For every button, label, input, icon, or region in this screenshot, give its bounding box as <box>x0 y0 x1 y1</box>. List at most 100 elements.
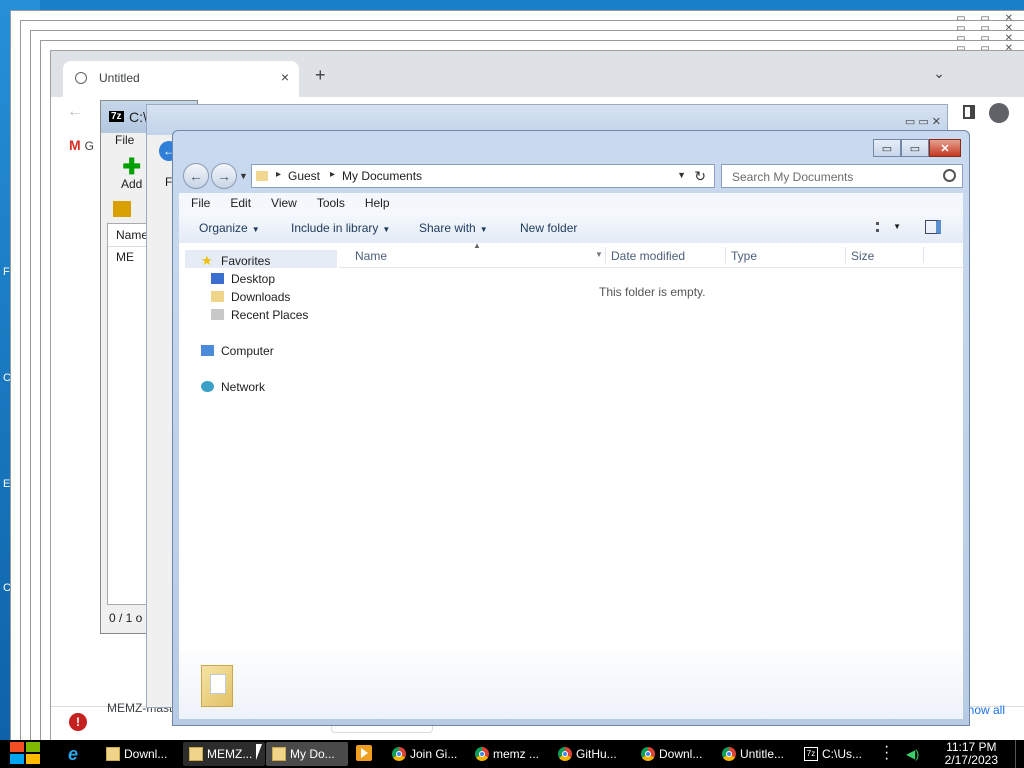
window-controls[interactable]: ▭ ▭ ✕ <box>905 115 941 128</box>
menu-file[interactable]: File <box>115 133 134 147</box>
include-in-library-button[interactable]: Include in library ▼ <box>291 221 390 235</box>
nav-desktop[interactable]: Desktop <box>211 272 276 286</box>
new-tab-button[interactable]: + <box>315 65 326 86</box>
column-divider[interactable] <box>605 247 606 263</box>
gmail-icon: M <box>69 137 81 153</box>
details-pane <box>179 651 963 719</box>
windows-logo-icon <box>10 754 24 764</box>
view-dropdown[interactable]: ▼ <box>893 222 901 231</box>
search-icon[interactable] <box>943 169 956 182</box>
internet-explorer-icon[interactable]: e <box>68 744 78 764</box>
address-dropdown[interactable]: ▼ <box>677 170 686 180</box>
minimize-button[interactable]: ▭ <box>873 139 901 157</box>
taskbar-item-7zip[interactable]: 7z C:\Us... <box>798 742 880 766</box>
desktop-edge-letter: F <box>3 266 10 278</box>
window-controls: ▭ ▭ ✕ <box>873 139 961 157</box>
organize-button[interactable]: Organize ▼ <box>199 221 260 235</box>
menu-help[interactable]: Help <box>353 193 398 213</box>
folder-icon <box>106 747 120 761</box>
breadcrumb-guest[interactable]: Guest <box>288 169 320 183</box>
share-label: Share with <box>419 221 476 235</box>
column-divider[interactable] <box>845 247 846 263</box>
downloads-icon <box>211 291 224 302</box>
nav-network[interactable]: Network <box>201 380 266 394</box>
profile-avatar[interactable] <box>989 103 1009 123</box>
taskbar-item-my-documents[interactable]: My Do... <box>266 742 348 766</box>
nav-network-label: Network <box>221 380 266 394</box>
nav-favorites-label: Favorites <box>221 254 271 268</box>
gmail-bookmark[interactable]: M G <box>69 137 94 153</box>
refresh-icon[interactable]: ↻ <box>694 168 706 185</box>
7zip-icon: 7z <box>804 747 818 761</box>
taskbar-item-label: Join Gi... <box>410 747 458 761</box>
column-date-modified[interactable]: Date modified <box>611 249 685 263</box>
start-button[interactable] <box>10 742 44 766</box>
taskbar-item-chrome-memz[interactable]: memz ... <box>469 742 551 766</box>
column-type[interactable]: Type <box>731 249 757 263</box>
folder-up-icon[interactable] <box>113 201 131 217</box>
tab-close-button[interactable]: × <box>281 69 289 85</box>
close-button[interactable]: ✕ <box>929 139 961 157</box>
breadcrumb-my-documents[interactable]: My Documents <box>342 169 422 183</box>
back-button[interactable]: ← <box>67 103 83 121</box>
nav-recent-places[interactable]: Recent Places <box>211 308 308 322</box>
desktop-icon <box>211 273 224 284</box>
nav-desktop-label: Desktop <box>231 272 276 286</box>
taskbar-item-label: MEMZ... <box>207 747 253 761</box>
taskbar-item-downloads-folder[interactable]: Downl... <box>100 742 182 766</box>
menu-view[interactable]: View <box>259 193 305 213</box>
preview-pane-icon[interactable] <box>925 220 941 234</box>
explorer-window[interactable]: ▭ ▭ ✕ ← → ▼ ▸ Guest ▸ My Documents ▼ ↻ S… <box>172 130 970 726</box>
taskbar-item-chrome-untitled[interactable]: Untitle... <box>716 742 798 766</box>
organize-label: Organize <box>199 221 248 235</box>
taskbar-item-chrome-github[interactable]: GitHu... <box>552 742 634 766</box>
column-size[interactable]: Size <box>851 249 874 263</box>
add-button[interactable]: ✚ Add <box>121 156 142 192</box>
view-options-icon[interactable] <box>876 222 893 232</box>
nav-computer[interactable]: Computer <box>201 344 274 358</box>
side-panel-icon[interactable] <box>963 105 975 119</box>
overflow-icon[interactable]: · · · <box>884 739 889 767</box>
media-player-icon[interactable] <box>356 745 372 761</box>
menu-file[interactable]: File <box>179 193 218 213</box>
empty-folder-message: This folder is empty. <box>599 285 706 299</box>
show-desktop-button[interactable] <box>1015 740 1024 768</box>
tab-title: Untitled <box>99 71 140 85</box>
maximize-button[interactable]: ▭ <box>901 139 929 157</box>
windows-logo-icon <box>26 754 40 764</box>
command-bar: Organize ▼ Include in library ▼ Share with… <box>179 213 963 244</box>
new-folder-button[interactable]: New folder <box>520 221 577 235</box>
taskbar-item-label: My Do... <box>290 747 335 761</box>
search-input[interactable]: Search My Documents <box>721 164 963 188</box>
nav-favorites[interactable]: ★ Favorites <box>201 253 271 268</box>
share-with-button[interactable]: Share with ▼ <box>419 221 488 235</box>
back-button[interactable]: ← <box>183 163 209 189</box>
document-sheet-icon <box>210 674 226 694</box>
folder-icon <box>256 171 268 181</box>
taskbar-item-label: memz ... <box>493 747 540 761</box>
volume-icon[interactable]: ◀) <box>906 747 920 761</box>
column-name[interactable]: Name <box>355 249 387 263</box>
column-divider[interactable] <box>923 247 924 263</box>
clock[interactable]: 11:17 PM 2/17/2023 <box>945 741 998 767</box>
column-divider[interactable] <box>725 247 726 263</box>
column-headers: ▲ Name ▼ Date modified Type Size <box>339 241 963 268</box>
taskbar-item-chrome-join[interactable]: Join Gi... <box>386 742 468 766</box>
column-dropdown[interactable]: ▼ <box>595 250 603 259</box>
recent-pages-dropdown[interactable]: ▼ <box>239 171 248 181</box>
gmail-label: G <box>84 139 94 153</box>
windows-logo-icon <box>10 742 24 752</box>
tab-search-button[interactable]: ⌄ <box>933 65 945 82</box>
nav-downloads[interactable]: Downloads <box>211 290 290 304</box>
address-bar[interactable]: ▸ Guest ▸ My Documents ▼ ↻ <box>251 164 715 188</box>
taskbar: e Downl... MEMZ... My Do... Join Gi... m… <box>0 739 1024 768</box>
tab-untitled[interactable]: Untitled × <box>63 61 299 97</box>
menu-tools[interactable]: Tools <box>305 193 353 213</box>
breadcrumb-separator[interactable]: ▸ <box>276 169 281 180</box>
forward-button[interactable]: → <box>211 163 237 189</box>
menu-edit[interactable]: Edit <box>218 193 259 213</box>
taskbar-item-chrome-downloads[interactable]: Downl... <box>635 742 717 766</box>
taskbar-item-memz-folder[interactable]: MEMZ... <box>183 742 265 766</box>
clock-date: 2/17/2023 <box>944 753 998 767</box>
breadcrumb-separator[interactable]: ▸ <box>330 169 335 180</box>
